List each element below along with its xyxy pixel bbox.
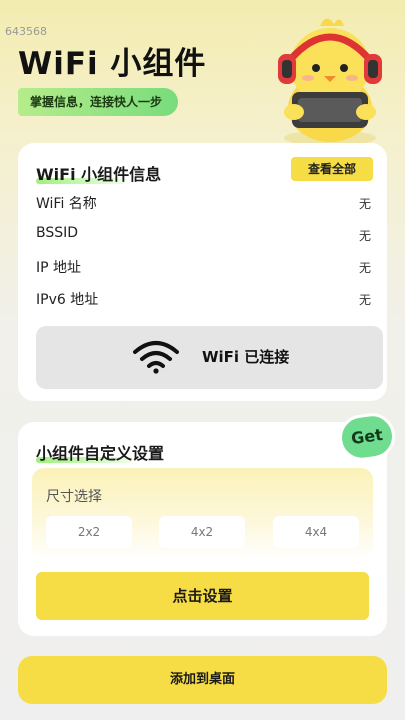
size-option-4x4[interactable]: 4x4	[273, 516, 359, 548]
size-option-4x2[interactable]: 4x2	[159, 516, 245, 548]
get-badge[interactable]: Get	[336, 410, 398, 464]
custom-card-title: 小组件自定义设置	[36, 444, 165, 463]
info-row-ipv6: IPv6 地址 无	[36, 292, 371, 308]
wifi-icon	[133, 341, 179, 374]
page-title: WiFi 小组件	[18, 46, 207, 82]
info-row-wifi-name: WiFi 名称 无	[36, 196, 371, 212]
mascot-illustration	[278, 18, 382, 146]
info-row-ip: IP 地址 无	[36, 260, 371, 276]
wifi-status-text: WiFi 已连接	[202, 348, 290, 366]
add-to-desktop-button[interactable]: 添加到桌面	[18, 656, 387, 704]
size-selection-label: 尺寸选择	[46, 489, 102, 505]
view-all-button[interactable]: 查看全部	[291, 157, 373, 181]
wifi-status-panel[interactable]: WiFi 已连接	[36, 326, 383, 389]
size-option-2x2[interactable]: 2x2	[46, 516, 132, 548]
info-card-title: WiFi 小组件信息	[36, 165, 162, 184]
corner-id-text: 643568	[5, 25, 47, 38]
widget-custom-card: 小组件自定义设置 Get 尺寸选择 2x2 4x2 4x4 点击设置	[18, 410, 398, 636]
wifi-info-card: WiFi 小组件信息 查看全部 WiFi 名称 无 BSSID 无 IP 地址 …	[18, 143, 387, 401]
apply-settings-button[interactable]: 点击设置	[36, 572, 369, 620]
info-row-bssid: BSSID 无	[36, 225, 371, 243]
slogan-badge: 掌握信息，连接快人一步	[18, 88, 179, 116]
size-selection-panel: 尺寸选择 2x2 4x2 4x4	[32, 468, 373, 560]
